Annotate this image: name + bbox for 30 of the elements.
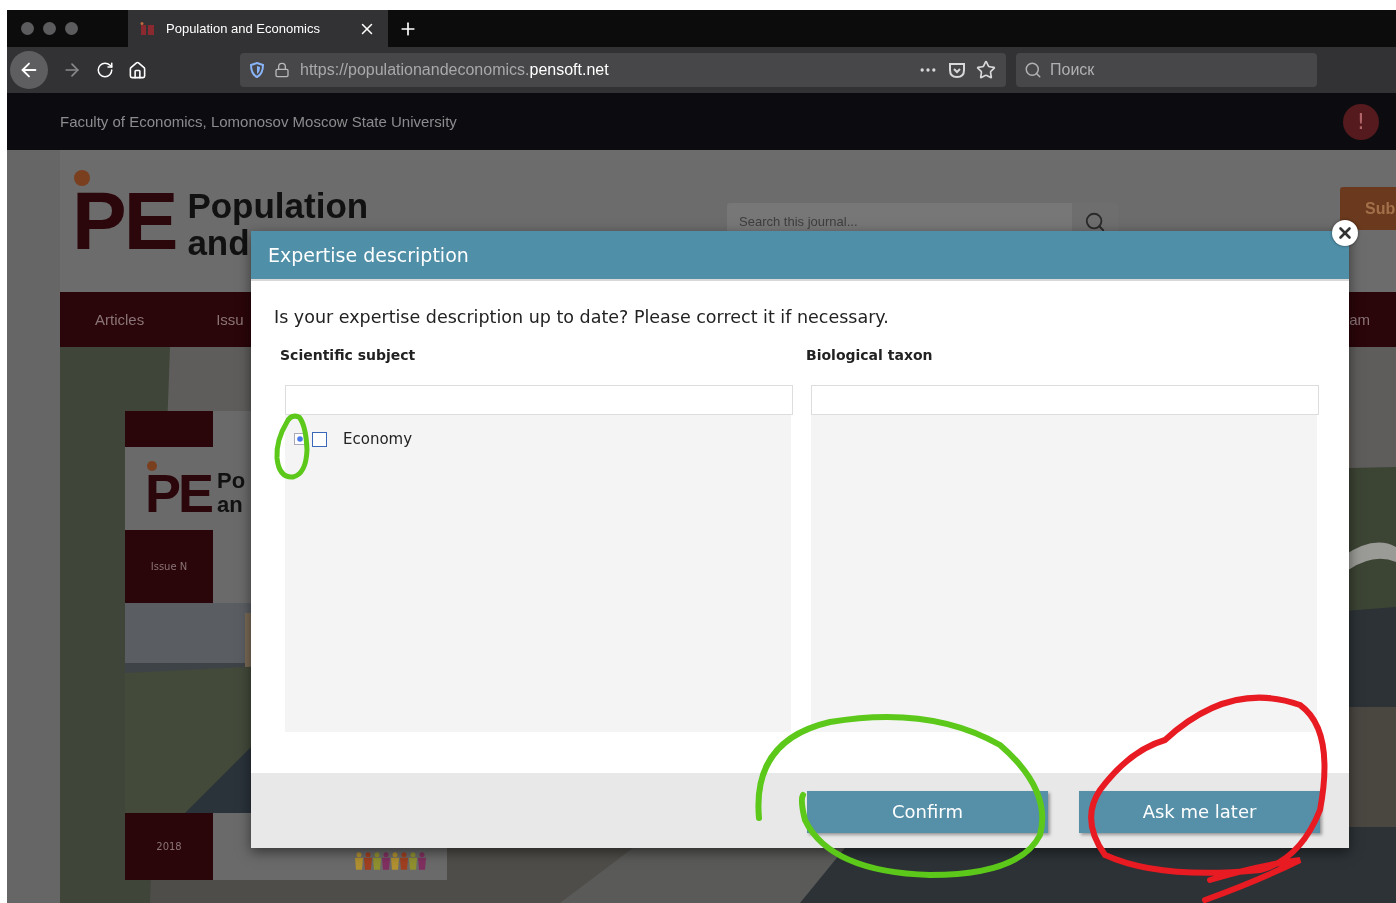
reload-icon[interactable] bbox=[96, 61, 114, 79]
search-icon bbox=[1024, 61, 1042, 79]
search-icon bbox=[1084, 210, 1106, 233]
browser-tab[interactable]: Population and Economics bbox=[128, 10, 388, 47]
browser-search-field[interactable]: Поиск bbox=[1016, 53, 1317, 87]
favicon-icon bbox=[140, 21, 156, 36]
pocket-icon[interactable] bbox=[948, 61, 966, 79]
nav-link[interactable]: Articles bbox=[95, 311, 145, 328]
address-bar[interactable]: https://populationandeconomics.pensoft.net bbox=[240, 53, 1006, 87]
journal-title: Population bbox=[187, 188, 369, 225]
window-control[interactable] bbox=[21, 22, 34, 35]
nav-link[interactable]: Issu bbox=[216, 311, 244, 328]
dialog-question: Is your expertise description up to date? Please correct it if necessary. bbox=[274, 307, 890, 327]
star-icon[interactable] bbox=[976, 60, 996, 80]
logo-mark[interactable]: PE bbox=[72, 186, 176, 256]
close-icon bbox=[1336, 224, 1354, 242]
dialog-title: Expertise description bbox=[268, 244, 469, 266]
shield-icon bbox=[250, 62, 264, 78]
window-control[interactable] bbox=[65, 22, 78, 35]
nav-link[interactable]: am bbox=[1349, 311, 1370, 328]
home-icon[interactable] bbox=[128, 60, 147, 80]
back-button[interactable] bbox=[10, 51, 48, 89]
submit-button[interactable]: Sub bbox=[1340, 187, 1396, 230]
logo-dot bbox=[74, 170, 90, 186]
window-control[interactable] bbox=[43, 22, 56, 35]
url-text: https://populationandeconomics.pensoft.net bbox=[300, 61, 610, 79]
faculty-name: Faculty of Economics, Lomonosov Moscow State University bbox=[60, 113, 457, 130]
lock-icon bbox=[274, 62, 290, 78]
alert-badge[interactable]: ! bbox=[1343, 103, 1379, 140]
journal-title: and bbox=[187, 224, 250, 262]
